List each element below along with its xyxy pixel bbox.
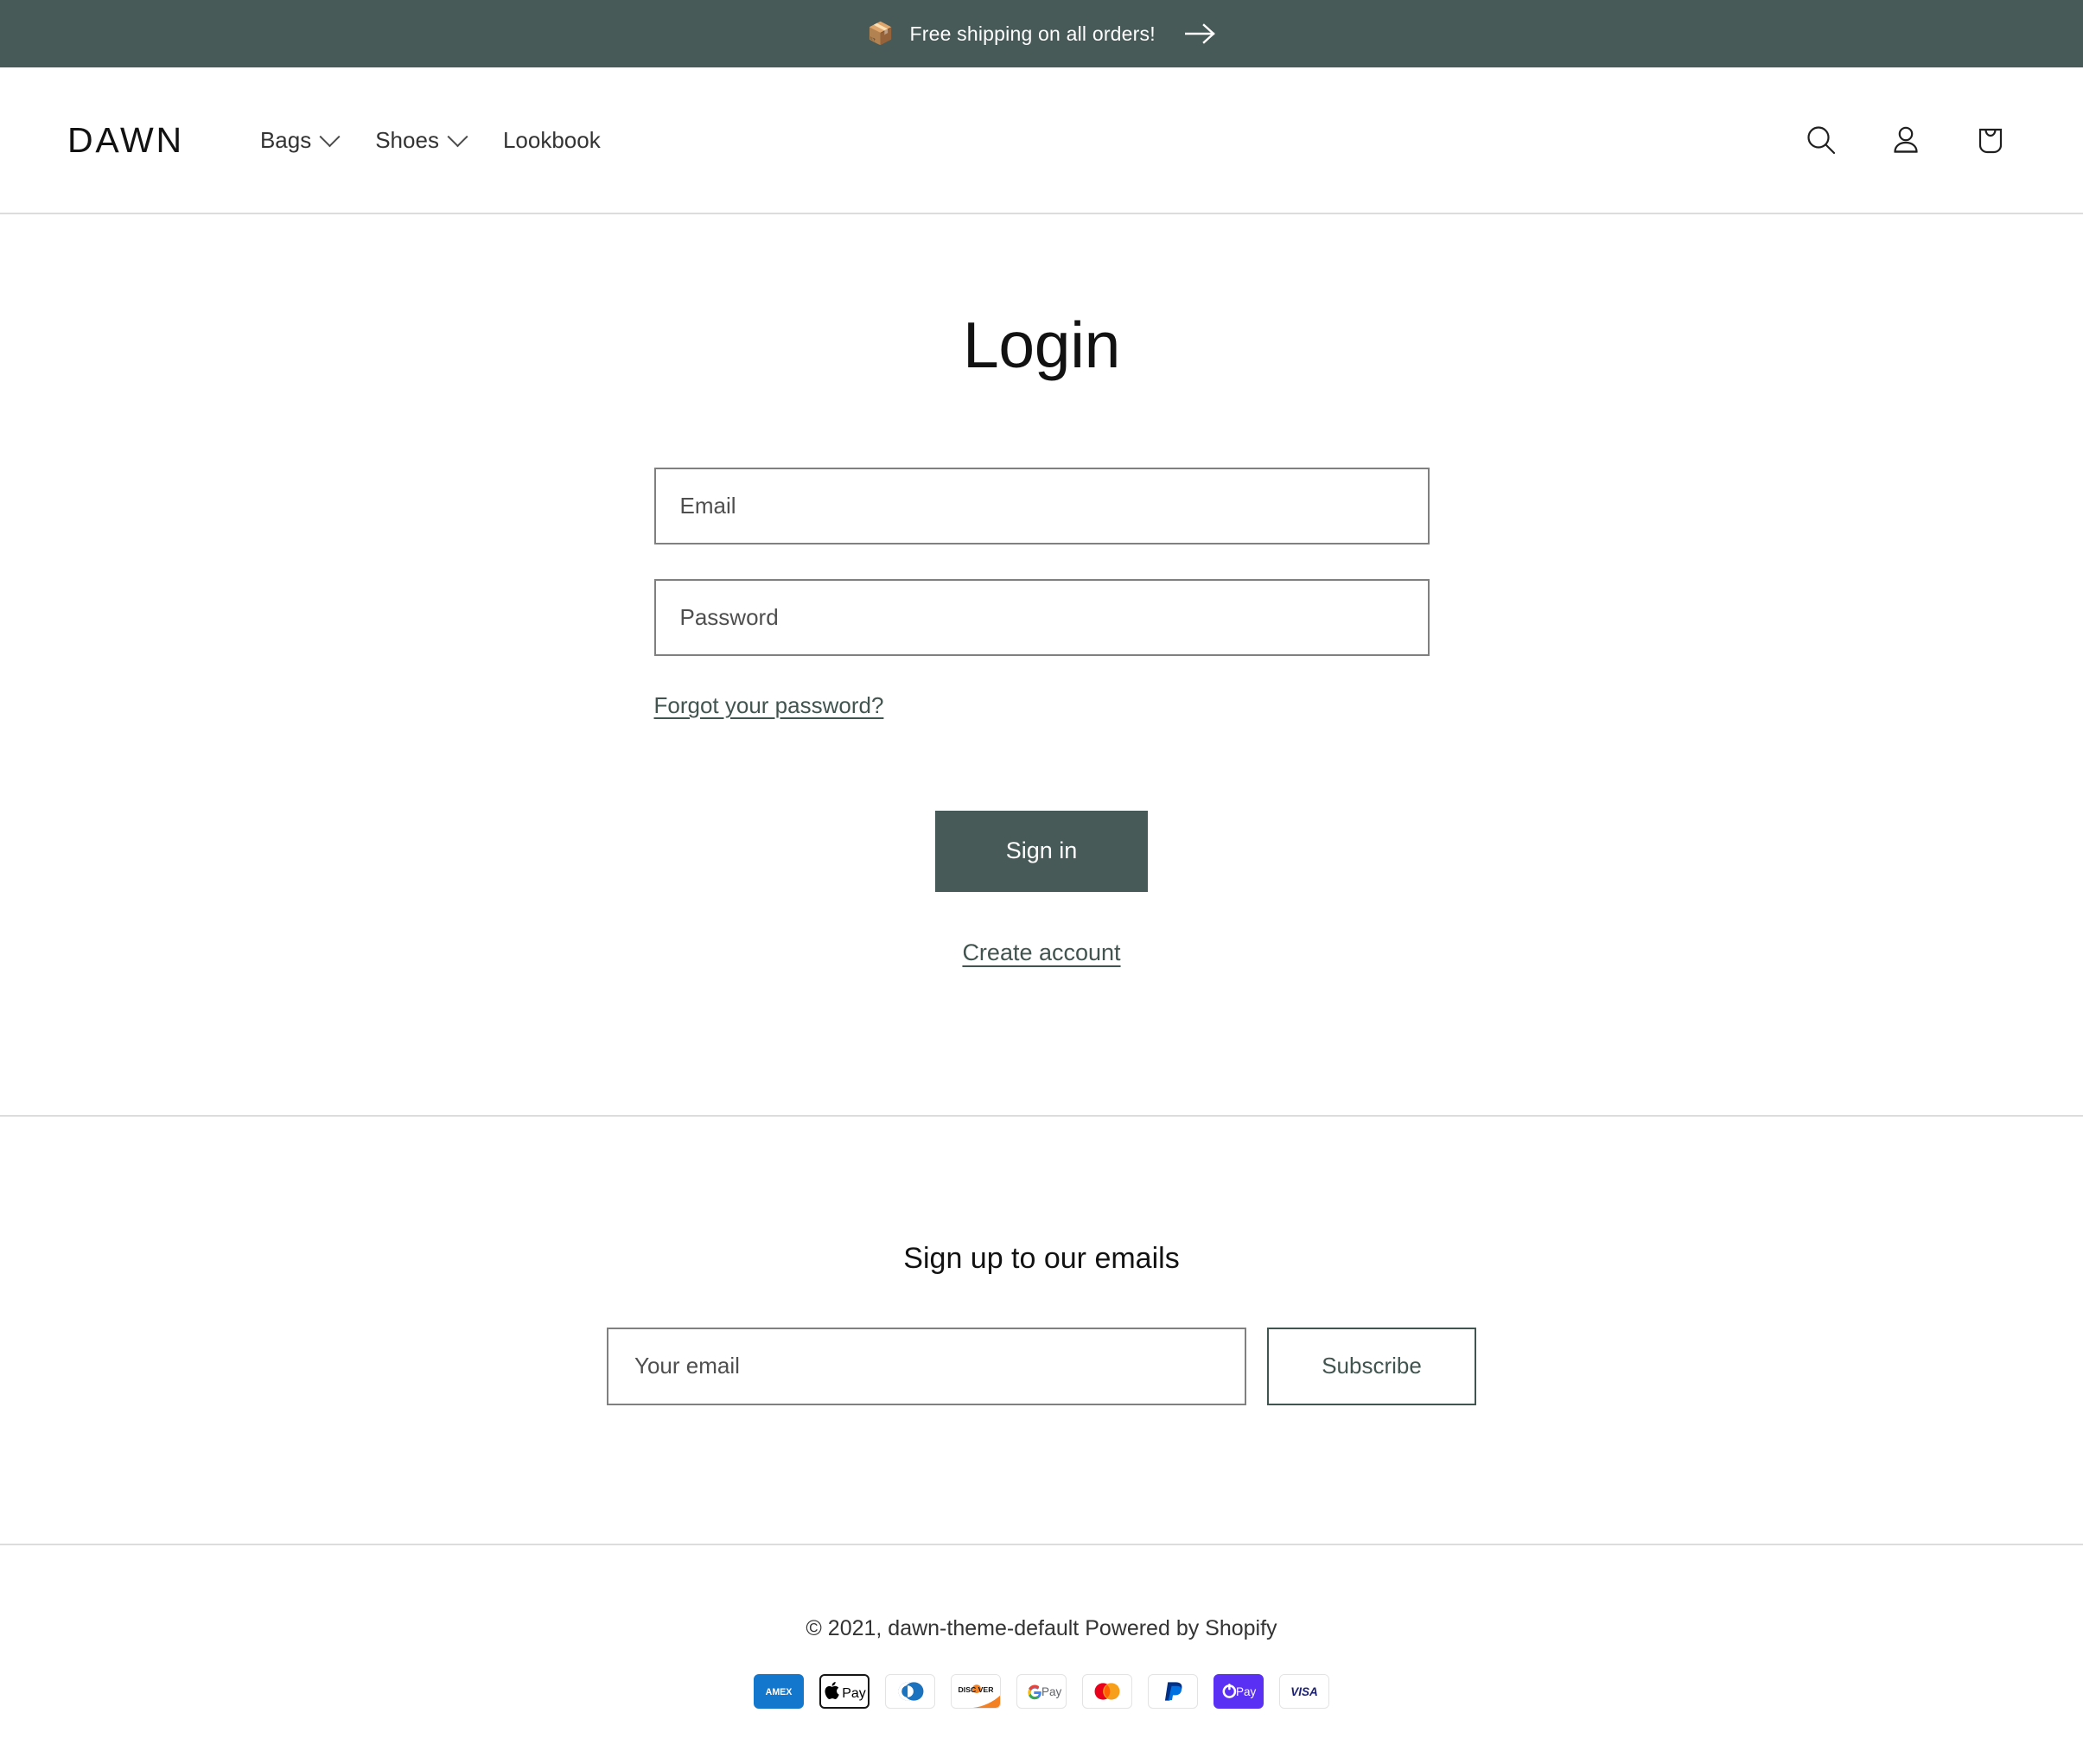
newsletter-section: Sign up to our emails Your email Subscri… xyxy=(0,1117,2083,1545)
apple-pay-icon: Pay xyxy=(819,1674,870,1709)
svg-text:VISA: VISA xyxy=(1290,1684,1318,1697)
nav-item-label: Bags xyxy=(260,127,311,154)
discover-icon: DISC VER xyxy=(951,1674,1001,1709)
shop-pay-icon: Pay xyxy=(1213,1674,1264,1709)
svg-text:Pay: Pay xyxy=(1042,1684,1062,1697)
package-emoji: 📦 xyxy=(867,23,894,45)
newsletter-form: Your email Subscribe xyxy=(607,1328,1476,1405)
svg-text:Pay: Pay xyxy=(842,1686,866,1701)
payment-icons: AMEX Pay xyxy=(754,1674,1329,1709)
visa-icon: VISA xyxy=(1279,1674,1329,1709)
chevron-down-icon xyxy=(320,126,341,147)
password-field-placeholder: Password xyxy=(680,604,779,631)
announcement-text: Free shipping on all orders! xyxy=(910,22,1156,46)
svg-text:Pay: Pay xyxy=(1236,1684,1257,1697)
account-icon[interactable] xyxy=(1881,115,1931,165)
create-account-link[interactable]: Create account xyxy=(962,939,1120,966)
amex-icon: AMEX xyxy=(754,1674,804,1709)
main-navigation: Bags Shoes Lookbook xyxy=(241,118,620,162)
nav-item-bags[interactable]: Bags xyxy=(241,118,356,162)
newsletter-title: Sign up to our emails xyxy=(903,1242,1179,1276)
copyright-text: © 2021, dawn-theme-default Powered by Sh… xyxy=(806,1616,1277,1641)
nav-item-label: Shoes xyxy=(375,127,439,154)
email-field-placeholder: Email xyxy=(680,493,736,519)
newsletter-email-placeholder: Your email xyxy=(634,1353,740,1379)
header-icons xyxy=(1796,115,2016,165)
diners-club-icon xyxy=(885,1674,935,1709)
login-actions: Sign in Create account xyxy=(654,811,1430,966)
footer-bottom: © 2021, dawn-theme-default Powered by Sh… xyxy=(0,1545,2083,1764)
search-icon[interactable] xyxy=(1796,115,1846,165)
login-form: Email Password Forgot your password? Sig… xyxy=(654,468,1430,966)
email-field[interactable]: Email xyxy=(654,468,1430,544)
forgot-password-link[interactable]: Forgot your password? xyxy=(654,692,884,719)
chevron-down-icon xyxy=(447,126,468,147)
nav-item-lookbook[interactable]: Lookbook xyxy=(484,118,620,162)
mastercard-icon xyxy=(1082,1674,1132,1709)
page-title: Login xyxy=(0,309,2083,381)
announcement-bar: 📦 Free shipping on all orders! xyxy=(0,0,2083,67)
arrow-right-icon xyxy=(1185,22,1216,45)
paypal-icon xyxy=(1148,1674,1198,1709)
logo-dawn[interactable]: DAWN xyxy=(67,123,184,158)
announcement-link[interactable]: 📦 Free shipping on all orders! xyxy=(867,22,1216,46)
google-pay-icon: Pay xyxy=(1016,1674,1067,1709)
site-header: DAWN Bags Shoes Lookbook xyxy=(0,67,2083,214)
subscribe-button[interactable]: Subscribe xyxy=(1267,1328,1476,1405)
password-field[interactable]: Password xyxy=(654,579,1430,656)
nav-item-label: Lookbook xyxy=(503,127,601,154)
sign-in-button[interactable]: Sign in xyxy=(935,811,1148,892)
newsletter-email-input[interactable]: Your email xyxy=(607,1328,1246,1405)
main-content: Login Email Password Forgot your passwor… xyxy=(0,214,2083,1117)
svg-text:DISC VER: DISC VER xyxy=(959,1684,995,1693)
cart-icon[interactable] xyxy=(1965,115,2016,165)
svg-text:AMEX: AMEX xyxy=(766,1686,793,1697)
nav-item-shoes[interactable]: Shoes xyxy=(356,118,484,162)
